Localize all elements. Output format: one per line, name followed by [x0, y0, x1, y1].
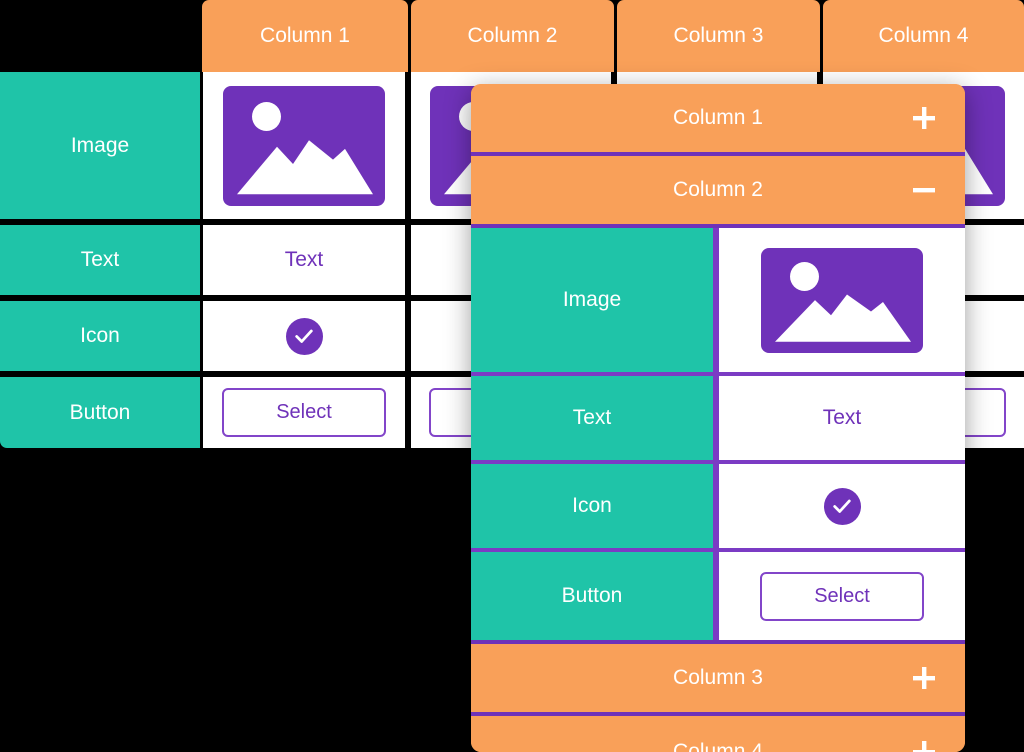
column-header-2-label: Column 2 — [467, 24, 558, 47]
check-circle-icon — [823, 487, 861, 525]
minus-icon[interactable] — [911, 177, 937, 203]
accordion-row-text-value-cell: Text — [719, 376, 965, 460]
column-header-1[interactable]: Column 1 — [202, 0, 408, 72]
column-header-4-label: Column 4 — [878, 24, 969, 47]
accordion-header-column-3[interactable]: Column 3 — [471, 644, 965, 716]
plus-icon[interactable] — [911, 739, 937, 752]
accordion-header-column-2-label: Column 2 — [673, 178, 763, 201]
accordion-row-image: Image — [471, 228, 965, 376]
check-glyph — [833, 499, 851, 513]
accordion-header-column-3-label: Column 3 — [673, 666, 763, 689]
column-header-3-label: Column 3 — [673, 24, 764, 47]
accordion-row-icon: Icon — [471, 464, 965, 552]
accordion-row-button-label: Button — [561, 584, 623, 607]
accordion-row-text: Text Text — [471, 376, 965, 464]
plus-icon[interactable] — [911, 665, 937, 691]
cell-text-value: Text — [284, 248, 324, 271]
accordion-row-button-label-cell: Button — [471, 552, 719, 640]
accordion-header-column-2[interactable]: Column 2 — [471, 156, 965, 228]
column-header-4[interactable]: Column 4 — [823, 0, 1024, 72]
select-button[interactable]: Select — [222, 388, 386, 437]
check-circle-icon — [285, 317, 323, 355]
row-header-text-label: Text — [80, 248, 120, 271]
accordion-row-icon-label: Icon — [572, 494, 612, 517]
mountain-shape — [775, 294, 911, 342]
accordion-row-image-value-cell — [719, 228, 965, 372]
accordion-row-icon-label-cell: Icon — [471, 464, 719, 548]
table-cell-button-col1: Select — [203, 377, 408, 448]
row-header-image-label: Image — [70, 133, 130, 157]
accordion-row-button-value-cell: Select — [719, 552, 965, 640]
mobile-accordion-panel: Column 1 Column 2 Image Text Text Icon B… — [471, 84, 965, 752]
accordion-row-image-label: Image — [562, 288, 622, 311]
accordion-row-button: Button Select — [471, 552, 965, 640]
column-header-1-label: Column 1 — [260, 24, 350, 47]
table-cell-image-col1 — [203, 72, 408, 222]
accordion-header-column-4-label: Column 4 — [673, 740, 763, 752]
accordion-row-text-label: Text — [572, 406, 612, 429]
accordion-header-column-1-label: Column 1 — [673, 106, 763, 129]
row-header-button-label: Button — [69, 400, 131, 424]
table-corner-spacer — [0, 0, 200, 72]
row-header-icon-label: Icon — [80, 324, 120, 347]
accordion-panel-body-column-2: Image Text Text Icon Button Select — [471, 228, 965, 644]
column-header-2[interactable]: Column 2 — [411, 0, 614, 72]
accordion-header-column-4[interactable]: Column 4 — [471, 716, 965, 752]
select-button[interactable]: Select — [760, 571, 924, 621]
row-header-icon: Icon — [0, 301, 200, 374]
accordion-row-text-value: Text — [822, 406, 862, 429]
column-header-3[interactable]: Column 3 — [617, 0, 820, 72]
table-cell-text-col1: Text — [203, 225, 408, 298]
row-header-image: Image — [0, 72, 200, 222]
plus-icon[interactable] — [911, 105, 937, 131]
row-header-button: Button — [0, 377, 200, 448]
row-header-text: Text — [0, 225, 200, 298]
image-placeholder-icon — [223, 85, 385, 206]
accordion-row-text-label-cell: Text — [471, 376, 719, 460]
accordion-row-icon-value-cell — [719, 464, 965, 548]
check-glyph — [295, 329, 313, 343]
mountain-shape — [237, 140, 373, 195]
image-placeholder-icon — [761, 247, 923, 353]
accordion-row-image-label-cell: Image — [471, 228, 719, 372]
accordion-header-column-1[interactable]: Column 1 — [471, 84, 965, 156]
table-cell-icon-col1 — [203, 301, 408, 374]
